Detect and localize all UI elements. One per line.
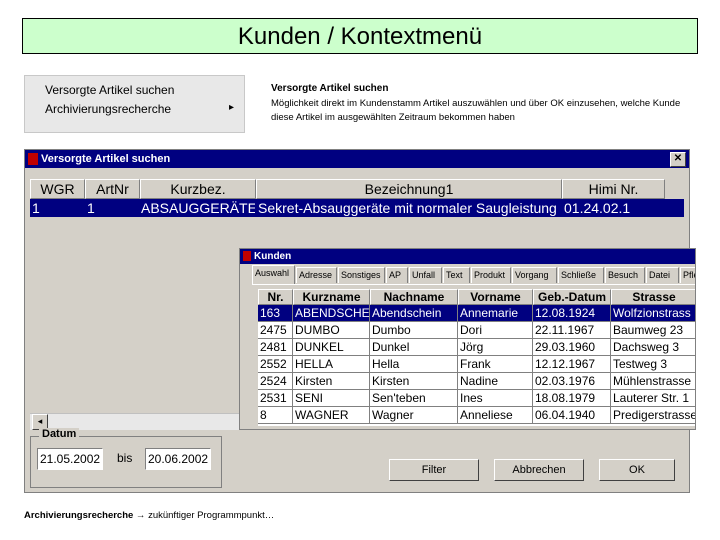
cell-artnr: 1 <box>87 200 95 216</box>
date-group-label: Datum <box>39 428 80 440</box>
kunden-cell-strasse: Testweg 3 <box>611 356 695 373</box>
submenu-arrow-icon: ▸ <box>228 102 234 113</box>
tab-sonstiges[interactable]: Sonstiges <box>338 267 385 283</box>
kunden-cell-kurzname: DUNKEL <box>293 339 370 356</box>
kunden-cell-kurzname: Kirsten <box>293 373 370 390</box>
cell-bezeichnung: Sekret-Absauggeräte mit normaler Sauglei… <box>258 200 557 216</box>
context-menu: Versorgte Artikel suchen Archivierungsre… <box>24 75 245 133</box>
kunden-cell-nachname: Hella <box>370 356 458 373</box>
col-header-wgr[interactable]: WGR <box>30 179 85 199</box>
kunden-cell-vorname: Ines <box>458 390 533 407</box>
slide-title: Kunden / Kontextmenü <box>22 18 698 54</box>
kunden-cell-geb: 29.03.1960 <box>533 339 611 356</box>
kunden-cell-vorname: Annemarie <box>458 305 533 322</box>
col-header-artnr[interactable]: ArtNr <box>85 179 140 199</box>
menu-item-versorgte-artikel[interactable]: Versorgte Artikel suchen <box>45 83 174 97</box>
kunden-cell-vorname: Dori <box>458 322 533 339</box>
footer-rest: → zukünftiger Programmpunkt… <box>133 510 275 521</box>
date-to-field[interactable]: 20.06.2002 <box>145 448 211 470</box>
kunden-cell-kurzname: ABENDSCHEIN <box>293 305 370 322</box>
col-header-kurzbez[interactable]: Kurzbez. <box>140 179 256 199</box>
kcol-header-nachname[interactable]: Nachname <box>370 289 458 305</box>
tab-vorgang[interactable]: Vorgang <box>512 267 557 283</box>
bis-label: bis <box>117 451 133 465</box>
kunden-cell-geb: 18.08.1979 <box>533 390 611 407</box>
description-title: Versorgte Artikel suchen <box>271 83 389 94</box>
kunden-cell-nachname: Abendschein <box>370 305 458 322</box>
kunden-cell-nachname: Wagner <box>370 407 458 424</box>
kunden-cell-geb: 12.12.1967 <box>533 356 611 373</box>
kunden-cell-nr: 2524 <box>258 373 293 390</box>
main-window-title: Versorgte Artikel suchen <box>41 153 171 165</box>
tab-ap[interactable]: AP <box>386 267 408 283</box>
kunden-cell-nr: 163 <box>258 305 293 322</box>
kunden-window-title: Kunden <box>254 251 292 262</box>
tab-text[interactable]: Text <box>443 267 470 283</box>
app-icon <box>28 153 38 165</box>
kunden-cell-geb: 22.11.1967 <box>533 322 611 339</box>
kunden-cell-vorname: Nadine <box>458 373 533 390</box>
tab-produkt[interactable]: Produkt <box>471 267 511 283</box>
kunden-cell-strasse: Wolfzionstrass <box>611 305 695 322</box>
kcol-header-strasse[interactable]: Strasse <box>611 289 695 305</box>
cell-himi: 01.24.02.1 <box>564 200 631 216</box>
kunden-cell-nr: 2531 <box>258 390 293 407</box>
kunden-cell-nr: 2475 <box>258 322 293 339</box>
kunden-cell-nachname: Kirsten <box>370 373 458 390</box>
tab-pfle[interactable]: Pfle <box>680 267 695 283</box>
kunden-cell-kurzname: DUMBO <box>293 322 370 339</box>
kunden-titlebar: Kunden <box>240 249 695 264</box>
tab-auswahl[interactable]: Auswahl <box>252 265 295 284</box>
kunden-cell-nr: 8 <box>258 407 293 424</box>
kunden-cell-nr: 2481 <box>258 339 293 356</box>
kunden-cell-geb: 02.03.1976 <box>533 373 611 390</box>
article-row-selected[interactable]: 1 1 ABSAUGGERÄTE Sekret-Absauggeräte mit… <box>30 199 684 217</box>
kunden-app-icon <box>243 251 251 261</box>
kunden-cell-vorname: Anneliese <box>458 407 533 424</box>
kunden-window: Kunden Auswahl Adresse Sonstiges AP Unfa… <box>239 248 696 430</box>
tab-besuch[interactable]: Besuch <box>605 267 645 283</box>
filter-button[interactable]: Filter <box>389 459 479 481</box>
cell-kurzbez: ABSAUGGERÄTE <box>141 200 255 216</box>
kunden-cell-strasse: Dachsweg 3 <box>611 339 695 356</box>
ok-button[interactable]: OK <box>599 459 675 481</box>
kcol-header-nr[interactable]: Nr. <box>258 289 293 305</box>
kunden-cell-strasse: Baumweg 23 <box>611 322 695 339</box>
cancel-button[interactable]: Abbrechen <box>494 459 584 481</box>
tab-unfall[interactable]: Unfall <box>409 267 442 283</box>
menu-item-archivierungsrecherche[interactable]: Archivierungsrecherche <box>45 102 171 116</box>
kunden-cell-vorname: Frank <box>458 356 533 373</box>
kunden-cell-nachname: Dunkel <box>370 339 458 356</box>
kcol-header-vorname[interactable]: Vorname <box>458 289 533 305</box>
kunden-cell-strasse: Mühlenstrasse <box>611 373 695 390</box>
kunden-cell-nr: 2552 <box>258 356 293 373</box>
kcol-header-kurzname[interactable]: Kurzname <box>293 289 370 305</box>
main-titlebar: Versorgte Artikel suchen ✕ <box>25 150 689 168</box>
tab-schliesse[interactable]: Schließe <box>558 267 604 283</box>
col-header-bezeichnung[interactable]: Bezeichnung1 <box>256 179 562 199</box>
footer-note: Archivierungsrecherche → zukünftiger Pro… <box>24 510 274 521</box>
close-button[interactable]: ✕ <box>670 152 686 167</box>
kunden-cell-strasse: Predigerstrasse <box>611 408 696 424</box>
date-from-field[interactable]: 21.05.2002 <box>37 448 103 470</box>
kunden-cell-strasse: Lauterer Str. 1 <box>611 390 695 407</box>
tab-adresse[interactable]: Adresse <box>296 267 337 283</box>
kunden-cell-nachname: Dumbo <box>370 322 458 339</box>
kunden-cell-kurzname: SENI <box>293 390 370 407</box>
kunden-cell-geb: 12.08.1924 <box>533 305 611 322</box>
kunden-cell-geb: 06.04.1940 <box>533 407 611 424</box>
kunden-tabs: Auswahl Adresse Sonstiges AP Unfall Text… <box>252 265 695 285</box>
footer-bold: Archivierungsrecherche <box>24 510 134 521</box>
kunden-cell-kurzname: HELLA <box>293 356 370 373</box>
description-text: Möglichkeit direkt im Kundenstamm Artike… <box>271 98 681 123</box>
kcol-header-geb[interactable]: Geb.-Datum <box>533 289 611 305</box>
kunden-cell-kurzname: WAGNER <box>293 407 370 424</box>
col-header-himi[interactable]: Himi Nr. <box>562 179 665 199</box>
tab-datei[interactable]: Datei <box>646 267 679 283</box>
kunden-cell-nachname: Sen'teben <box>370 390 458 407</box>
kunden-cell-vorname: Jörg <box>458 339 533 356</box>
kunden-grid: Nr. Kurzname Nachname Vorname Geb.-Datum… <box>258 289 696 426</box>
cell-wgr: 1 <box>32 200 40 216</box>
